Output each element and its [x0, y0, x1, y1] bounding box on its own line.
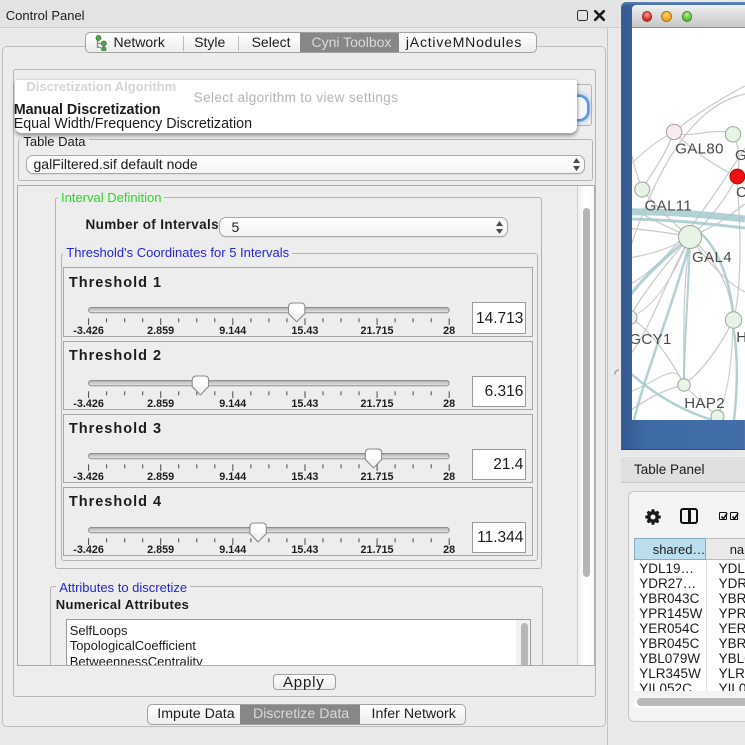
svg-text:G.: G. [735, 147, 745, 164]
svg-text:GAL80: GAL80 [675, 141, 724, 158]
svg-text:GAL11: GAL11 [645, 198, 693, 215]
svg-text:H: H [736, 329, 745, 346]
svg-text:HAP2: HAP2 [684, 395, 725, 412]
svg-text:C: C [736, 184, 745, 201]
svg-text:GAL4: GAL4 [692, 249, 732, 266]
svg-text:GCY1: GCY1 [632, 331, 672, 348]
